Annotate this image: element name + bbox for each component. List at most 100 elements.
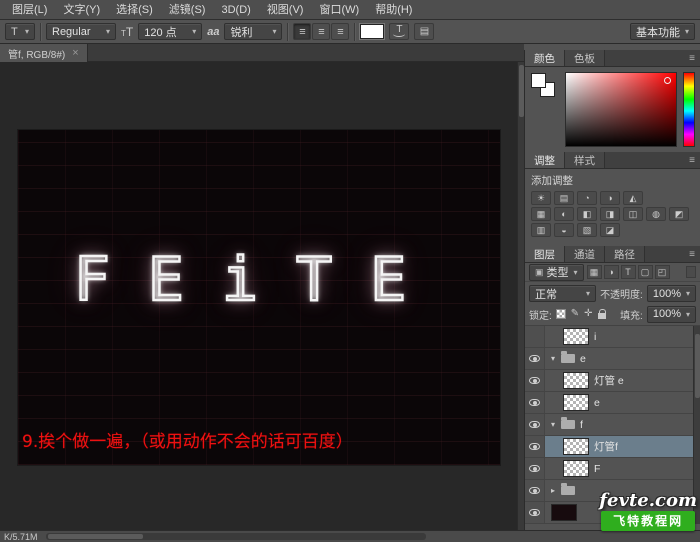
- blend-mode-select[interactable]: 正常: [529, 285, 596, 302]
- scrollbar-thumb[interactable]: [695, 334, 700, 398]
- tab-adjustments[interactable]: 调整: [525, 152, 565, 168]
- visibility-toggle[interactable]: [525, 370, 545, 391]
- layer-group-row[interactable]: ▾f: [525, 414, 700, 436]
- opacity-select[interactable]: 100%: [647, 285, 696, 302]
- color-lookup-icon[interactable]: ◍: [646, 207, 666, 221]
- text-color-swatch[interactable]: [360, 24, 384, 39]
- menu-item-7[interactable]: 窗口(W): [311, 0, 367, 20]
- black-white-icon[interactable]: ◧: [577, 207, 597, 221]
- expand-arrow-icon[interactable]: ▸: [548, 486, 558, 495]
- color-cursor-icon[interactable]: [664, 77, 671, 84]
- layer-filter-kind-select[interactable]: 类型: [529, 264, 584, 281]
- menu-item-3[interactable]: 选择(S): [108, 0, 161, 20]
- layer-thumbnail[interactable]: [563, 372, 589, 389]
- curves-icon[interactable]: ◔: [577, 191, 597, 205]
- selective-color-icon[interactable]: ◪: [600, 223, 620, 237]
- vibrance-icon[interactable]: ◭: [623, 191, 643, 205]
- align-left-button[interactable]: [293, 23, 311, 40]
- close-tab-icon[interactable]: ×: [72, 47, 78, 59]
- visibility-toggle[interactable]: [525, 436, 545, 457]
- canvas-horizontal-scrollbar[interactable]: [46, 533, 426, 540]
- document-size-text: K/5.71M: [4, 532, 38, 542]
- foreground-color-swatch[interactable]: [531, 73, 546, 88]
- filter-adjustment-layers-icon[interactable]: ◑: [604, 265, 619, 279]
- collapse-arrow-icon[interactable]: ▾: [548, 420, 558, 429]
- tab-swatches[interactable]: 色板: [565, 50, 605, 66]
- font-size-select[interactable]: 120 点: [138, 23, 202, 40]
- tab-paths[interactable]: 路径: [605, 246, 645, 262]
- layer-row[interactable]: i: [525, 326, 700, 348]
- filter-type-layers-icon[interactable]: T: [621, 265, 636, 279]
- workspace-select[interactable]: 基本功能: [630, 23, 695, 40]
- layer-group-row[interactable]: ▾e: [525, 348, 700, 370]
- brightness-contrast-icon[interactable]: ☀: [531, 191, 551, 205]
- toggle-panels-icon[interactable]: [414, 23, 434, 40]
- layer-thumbnail[interactable]: [563, 394, 589, 411]
- filter-pixel-layers-icon[interactable]: ▦: [587, 265, 602, 279]
- align-center-button[interactable]: [312, 23, 330, 40]
- document-tab[interactable]: 管f, RGB/8#) ×: [0, 44, 88, 62]
- layer-filter-toggle[interactable]: [686, 266, 696, 278]
- collapse-arrow-icon[interactable]: ▾: [548, 354, 558, 363]
- visibility-toggle[interactable]: [525, 348, 545, 369]
- layer-row[interactable]: e: [525, 392, 700, 414]
- tab-layers[interactable]: 图层: [525, 246, 565, 262]
- panel-menu-icon[interactable]: ≡: [684, 152, 700, 168]
- visibility-toggle[interactable]: [525, 414, 545, 435]
- anti-alias-select[interactable]: 锐利: [224, 23, 282, 40]
- menu-item-4[interactable]: 滤镜(S): [161, 0, 214, 20]
- lock-transparent-pixels-icon[interactable]: [556, 309, 566, 319]
- threshold-icon[interactable]: ◒: [554, 223, 574, 237]
- tab-styles[interactable]: 样式: [565, 152, 605, 168]
- layer-row[interactable]: 灯管f: [525, 436, 700, 458]
- layer-thumbnail[interactable]: [563, 328, 589, 345]
- lock-image-pixels-icon[interactable]: ✎: [571, 309, 579, 319]
- filter-smart-objects-icon[interactable]: ◰: [655, 265, 670, 279]
- exposure-icon[interactable]: ◑: [600, 191, 620, 205]
- warp-text-icon[interactable]: [389, 23, 409, 40]
- channel-mixer-icon[interactable]: ◫: [623, 207, 643, 221]
- canvas-area[interactable]: FEiTE 9.挨个做一遍，（或用动作不会的话可百度）: [0, 62, 517, 530]
- layer-thumbnail[interactable]: [551, 504, 577, 521]
- panel-menu-icon[interactable]: ≡: [684, 50, 700, 66]
- adjustment-icon-row: ☀▤◔◑◭: [525, 190, 700, 206]
- scrollbar-thumb[interactable]: [48, 534, 143, 539]
- visibility-toggle[interactable]: [525, 502, 545, 523]
- layer-row[interactable]: 灯管 e: [525, 370, 700, 392]
- levels-icon[interactable]: ▤: [554, 191, 574, 205]
- hue-saturation-icon[interactable]: ▦: [531, 207, 551, 221]
- panel-menu-icon[interactable]: ≡: [684, 246, 700, 262]
- font-style-select[interactable]: Regular: [46, 23, 116, 40]
- saturation-brightness-field[interactable]: [565, 72, 677, 147]
- layer-thumbnail[interactable]: [563, 460, 589, 477]
- menu-item-5[interactable]: 3D(D): [213, 0, 258, 20]
- menu-item-2[interactable]: 文字(Y): [55, 0, 108, 20]
- layer-row[interactable]: F: [525, 458, 700, 480]
- foreground-background-swatches[interactable]: [531, 73, 561, 103]
- color-balance-icon[interactable]: ◐: [554, 207, 574, 221]
- align-right-button[interactable]: [331, 23, 349, 40]
- gradient-map-icon[interactable]: ▧: [577, 223, 597, 237]
- document-image[interactable]: FEiTE 9.挨个做一遍，（或用动作不会的话可百度）: [18, 130, 500, 465]
- adjustments-panel: 调整 样式 ≡ 添加调整 ☀▤◔◑◭▦◐◧◨◫◍◩▥◒▧◪: [525, 152, 700, 246]
- invert-icon[interactable]: ◩: [669, 207, 689, 221]
- hue-slider[interactable]: [683, 72, 695, 147]
- lock-all-icon[interactable]: [598, 313, 606, 319]
- canvas-vertical-scrollbar[interactable]: [517, 62, 524, 530]
- visibility-toggle[interactable]: [525, 480, 545, 501]
- menu-item-8[interactable]: 帮助(H): [367, 0, 420, 20]
- menu-item-6[interactable]: 视图(V): [259, 0, 312, 20]
- visibility-toggle[interactable]: [525, 458, 545, 479]
- layer-thumbnail[interactable]: [563, 438, 589, 455]
- filter-shape-layers-icon[interactable]: ▢: [638, 265, 653, 279]
- visibility-toggle[interactable]: [525, 326, 545, 347]
- tab-color[interactable]: 颜色: [525, 50, 565, 66]
- posterize-icon[interactable]: ▥: [531, 223, 551, 237]
- lock-position-icon[interactable]: ✛: [584, 309, 592, 319]
- tool-preset-picker[interactable]: T: [5, 23, 35, 40]
- visibility-toggle[interactable]: [525, 392, 545, 413]
- menu-item-1[interactable]: 图层(L): [4, 0, 55, 20]
- tab-channels[interactable]: 通道: [565, 246, 605, 262]
- fill-select[interactable]: 100%: [647, 306, 696, 323]
- photo-filter-icon[interactable]: ◨: [600, 207, 620, 221]
